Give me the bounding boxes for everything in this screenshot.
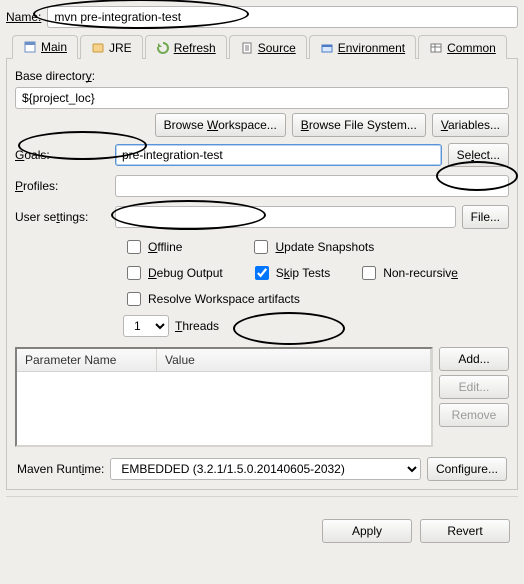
apply-button[interactable]: Apply (322, 519, 412, 543)
revert-button[interactable]: Revert (420, 519, 510, 543)
source-icon (240, 41, 254, 55)
tab-source-label: Source (258, 41, 296, 55)
params-add-button[interactable]: Add... (439, 347, 509, 371)
browse-workspace-button[interactable]: Browse Workspace... (155, 113, 286, 137)
skip-tests-checkbox[interactable]: Skip Tests (251, 263, 330, 283)
params-col-value: Value (157, 349, 431, 371)
tab-common-label: Common (447, 41, 496, 55)
tab-main-label: Main (41, 40, 67, 54)
tab-environment-label: Environment (338, 41, 405, 55)
update-snapshots-checkbox-box[interactable] (254, 240, 268, 254)
non-recursive-checkbox-box[interactable] (362, 266, 376, 280)
resolve-ws-label: Resolve Workspace artifacts (148, 292, 300, 306)
offline-checkbox[interactable]: Offline (123, 237, 182, 257)
user-settings-file-button[interactable]: File... (462, 205, 509, 229)
separator (6, 496, 518, 497)
environment-icon (320, 41, 334, 55)
common-icon (429, 41, 443, 55)
threads-label: Threads (175, 319, 219, 333)
goals-input[interactable] (115, 144, 442, 166)
base-dir-input[interactable] (15, 87, 509, 109)
non-recursive-checkbox[interactable]: Non-recursive (358, 263, 458, 283)
variables-button[interactable]: Variables... (432, 113, 509, 137)
update-snapshots-label: Update Snapshots (275, 240, 374, 254)
update-snapshots-checkbox[interactable]: Update Snapshots (250, 237, 374, 257)
configure-button[interactable]: Configure... (427, 457, 507, 481)
threads-select[interactable]: 1 (123, 315, 169, 337)
params-col-name: Parameter Name (17, 349, 157, 371)
tab-jre-label: JRE (109, 41, 132, 55)
debug-output-checkbox[interactable]: Debug Output (123, 263, 223, 283)
params-table[interactable]: Parameter Name Value (15, 347, 433, 447)
refresh-icon (156, 41, 170, 55)
jre-icon (91, 41, 105, 55)
debug-output-checkbox-box[interactable] (127, 266, 141, 280)
tab-jre[interactable]: JRE (80, 35, 143, 59)
tab-environment[interactable]: Environment (309, 35, 416, 59)
tab-common[interactable]: Common (418, 35, 507, 59)
skip-tests-checkbox-box[interactable] (255, 266, 269, 280)
base-dir-label: Base directory: (15, 69, 509, 83)
tab-main[interactable]: Main (12, 35, 78, 59)
resolve-ws-checkbox-box[interactable] (127, 292, 141, 306)
maven-runtime-label: Maven Runtime: (17, 462, 104, 476)
skip-tests-label: Skip Tests (276, 266, 330, 280)
params-remove-button: Remove (439, 403, 509, 427)
main-icon (23, 40, 37, 54)
offline-label: Offline (148, 240, 182, 254)
name-input[interactable] (47, 6, 518, 28)
profiles-input[interactable] (115, 175, 509, 197)
offline-checkbox-box[interactable] (127, 240, 141, 254)
name-label: Name: (6, 10, 41, 24)
tab-refresh-label: Refresh (174, 41, 216, 55)
tab-source[interactable]: Source (229, 35, 307, 59)
params-edit-button: Edit... (439, 375, 509, 399)
tab-refresh[interactable]: Refresh (145, 35, 227, 59)
browse-filesystem-button[interactable]: Browse File System... (292, 113, 426, 137)
debug-output-label: Debug Output (148, 266, 223, 280)
goals-select-button[interactable]: Select... (448, 143, 509, 167)
resolve-ws-checkbox[interactable]: Resolve Workspace artifacts (123, 289, 300, 309)
user-settings-input[interactable] (115, 206, 456, 228)
user-settings-label: User settings: (15, 210, 115, 224)
tab-row: Main JRE Refresh Source Environment Comm… (6, 34, 518, 59)
goals-label: Goals: (15, 148, 115, 162)
profiles-label: Profiles: (15, 179, 115, 193)
maven-runtime-select[interactable]: EMBEDDED (3.2.1/1.5.0.20140605-2032) (110, 458, 421, 480)
non-recursive-label: Non-recursive (383, 266, 458, 280)
